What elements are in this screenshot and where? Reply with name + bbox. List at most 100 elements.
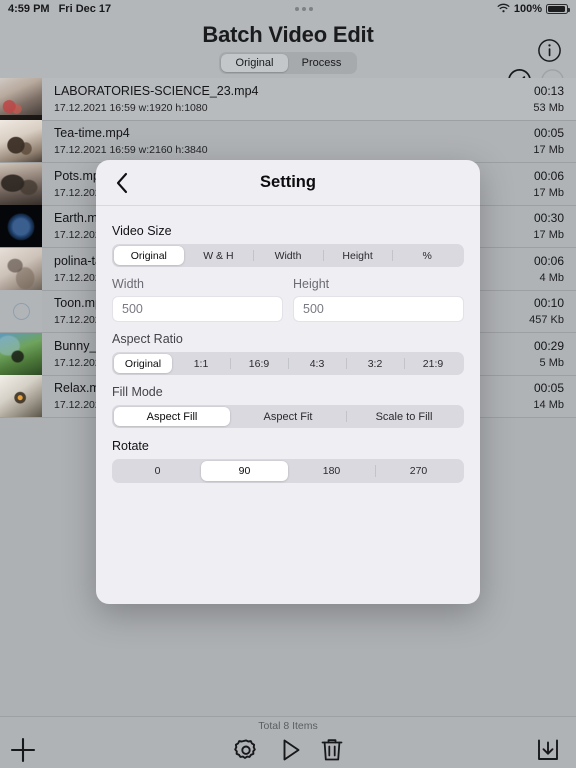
file-size: 17 Mb — [533, 186, 564, 199]
file-duration: 00:06 — [533, 168, 564, 183]
file-size: 17 Mb — [533, 229, 564, 242]
mode-segmented-control[interactable]: Original Process — [219, 52, 357, 74]
video-size-segmented-control[interactable]: Original W & H Width Height % — [112, 244, 464, 267]
save-download-icon[interactable] — [534, 736, 562, 768]
width-height-fields: Width Height — [112, 277, 464, 322]
aspect-ratio-option-21-9[interactable]: 21:9 — [404, 354, 462, 373]
rotate-option-270[interactable]: 270 — [375, 461, 462, 481]
status-time: 4:59 PM — [8, 3, 50, 15]
file-name: LABORATORIES-SCIENCE_23.mp4 — [54, 83, 259, 98]
file-size: 5 Mb — [539, 356, 564, 369]
file-size: 4 Mb — [539, 271, 564, 284]
row-stats: 00:06 4 Mb — [534, 253, 576, 285]
row-stats: 00:30 17 Mb — [533, 210, 576, 242]
aspect-ratio-option-original[interactable]: Original — [114, 354, 172, 373]
info-circle-icon[interactable] — [537, 38, 562, 63]
width-label: Width — [112, 277, 144, 291]
file-duration: 00:10 — [533, 296, 564, 311]
aspect-ratio-segmented-control[interactable]: Original 1:1 16:9 4:3 3:2 21:9 — [112, 352, 464, 375]
video-size-option-height[interactable]: Height — [322, 246, 393, 265]
rotate-segmented-control[interactable]: 0 90 180 270 — [112, 459, 464, 483]
play-icon[interactable] — [276, 736, 304, 768]
aspect-ratio-option-1-1[interactable]: 1:1 — [172, 354, 230, 373]
page-title: Batch Video Edit — [202, 22, 374, 47]
row-stats: 00:13 53 Mb — [533, 83, 576, 115]
file-size: 457 Kb — [529, 314, 564, 327]
table-row[interactable]: LABORATORIES-SCIENCE_23.mp4 17.12.2021 1… — [0, 77, 576, 121]
height-input[interactable] — [293, 296, 464, 322]
status-bar-right: 100% — [497, 3, 570, 16]
table-row[interactable]: Tea-time.mp4 17.12.2021 16:59 w:2160 h:3… — [0, 120, 576, 163]
row-stats: 00:29 5 Mb — [534, 338, 576, 370]
file-name: Tea-time.mp4 — [54, 126, 130, 141]
battery-full-icon — [546, 4, 570, 14]
relax-thumbnail — [0, 375, 42, 418]
aspect-ratio-label: Aspect Ratio — [112, 332, 183, 346]
row-text: Tea-time.mp4 17.12.2021 16:59 w:2160 h:3… — [42, 125, 533, 157]
video-size-option-wh[interactable]: W & H — [184, 246, 254, 265]
file-duration: 00:29 — [533, 338, 564, 353]
file-size: 53 Mb — [533, 101, 564, 114]
status-bar-left: 4:59 PM Fri Dec 17 — [8, 3, 111, 15]
tab-process[interactable]: Process — [288, 54, 355, 72]
video-size-option-original[interactable]: Original — [114, 246, 184, 265]
add-icon[interactable] — [8, 735, 38, 768]
status-bar: 4:59 PM Fri Dec 17 100% — [0, 0, 576, 18]
file-duration: 00:05 — [533, 126, 564, 141]
multitask-dots-icon — [295, 7, 314, 11]
aspect-ratio-option-16-9[interactable]: 16:9 — [230, 354, 288, 373]
fill-mode-option-aspect-fill[interactable]: Aspect Fill — [114, 407, 230, 426]
bottom-toolbar: Total 8 Items — [0, 716, 576, 768]
aspect-ratio-option-4-3[interactable]: 4:3 — [288, 354, 346, 373]
app-root: 4:59 PM Fri Dec 17 100% Batch Video Edit… — [0, 0, 576, 768]
settings-gear-icon[interactable] — [232, 736, 260, 768]
fill-mode-option-aspect-fit[interactable]: Aspect Fit — [230, 407, 346, 426]
fill-mode-option-scale-to-fill[interactable]: Scale to Fill — [346, 407, 462, 426]
modal-body: Video Size Original W & H Width Height %… — [96, 206, 480, 483]
nav-bar: Batch Video Edit Original Process — [0, 18, 576, 92]
row-stats: 00:05 17 Mb — [533, 125, 576, 157]
row-text: LABORATORIES-SCIENCE_23.mp4 17.12.2021 1… — [42, 83, 533, 115]
width-input[interactable] — [112, 296, 283, 322]
rotate-option-180[interactable]: 180 — [288, 461, 375, 481]
fill-mode-segmented-control[interactable]: Aspect Fill Aspect Fit Scale to Fill — [112, 405, 464, 428]
toolbar-icons — [0, 733, 576, 768]
status-date: Fri Dec 17 — [58, 3, 112, 15]
status-bar-center — [111, 7, 497, 11]
loading-spinner-icon — [0, 290, 42, 333]
height-field-group: Height — [293, 277, 464, 322]
video-size-option-percent[interactable]: % — [392, 246, 462, 265]
file-meta: 17.12.2021 16:59 w:1920 h:1080 — [54, 101, 208, 114]
video-size-label: Video Size — [112, 224, 172, 238]
row-stats: 00:06 17 Mb — [533, 168, 576, 200]
aspect-ratio-option-3-2[interactable]: 3:2 — [346, 354, 404, 373]
height-label: Height — [293, 277, 330, 291]
total-items-label: Total 8 Items — [258, 720, 318, 732]
modal-header: Setting — [96, 160, 480, 206]
row-stats: 00:10 457 Kb — [529, 295, 576, 327]
earth-thumbnail — [0, 205, 42, 248]
chevron-left-icon[interactable] — [110, 171, 134, 195]
settings-modal: Setting Video Size Original W & H Width … — [96, 160, 480, 604]
video-size-option-width[interactable]: Width — [253, 246, 323, 265]
tab-original[interactable]: Original — [221, 54, 288, 72]
file-duration: 00:06 — [533, 253, 564, 268]
width-field-group: Width — [112, 277, 283, 322]
modal-title: Setting — [260, 173, 316, 191]
wifi-icon — [497, 3, 510, 16]
pots-thumbnail — [0, 162, 42, 205]
rotate-option-0[interactable]: 0 — [114, 461, 201, 481]
tea-thumbnail — [0, 120, 42, 163]
row-stats: 00:05 14 Mb — [533, 380, 576, 412]
rotate-option-90[interactable]: 90 — [201, 461, 288, 481]
fill-mode-label: Fill Mode — [112, 385, 163, 399]
trash-icon[interactable] — [318, 736, 346, 768]
battery-percent: 100% — [513, 3, 542, 15]
bunny-thumbnail — [0, 332, 42, 375]
file-size: 17 Mb — [533, 144, 564, 157]
file-size: 14 Mb — [533, 399, 564, 412]
polina-thumbnail — [0, 247, 42, 290]
file-duration: 00:05 — [533, 381, 564, 396]
file-meta: 17.12.2021 16:59 w:2160 h:3840 — [54, 144, 208, 157]
rotate-label: Rotate — [112, 439, 149, 453]
